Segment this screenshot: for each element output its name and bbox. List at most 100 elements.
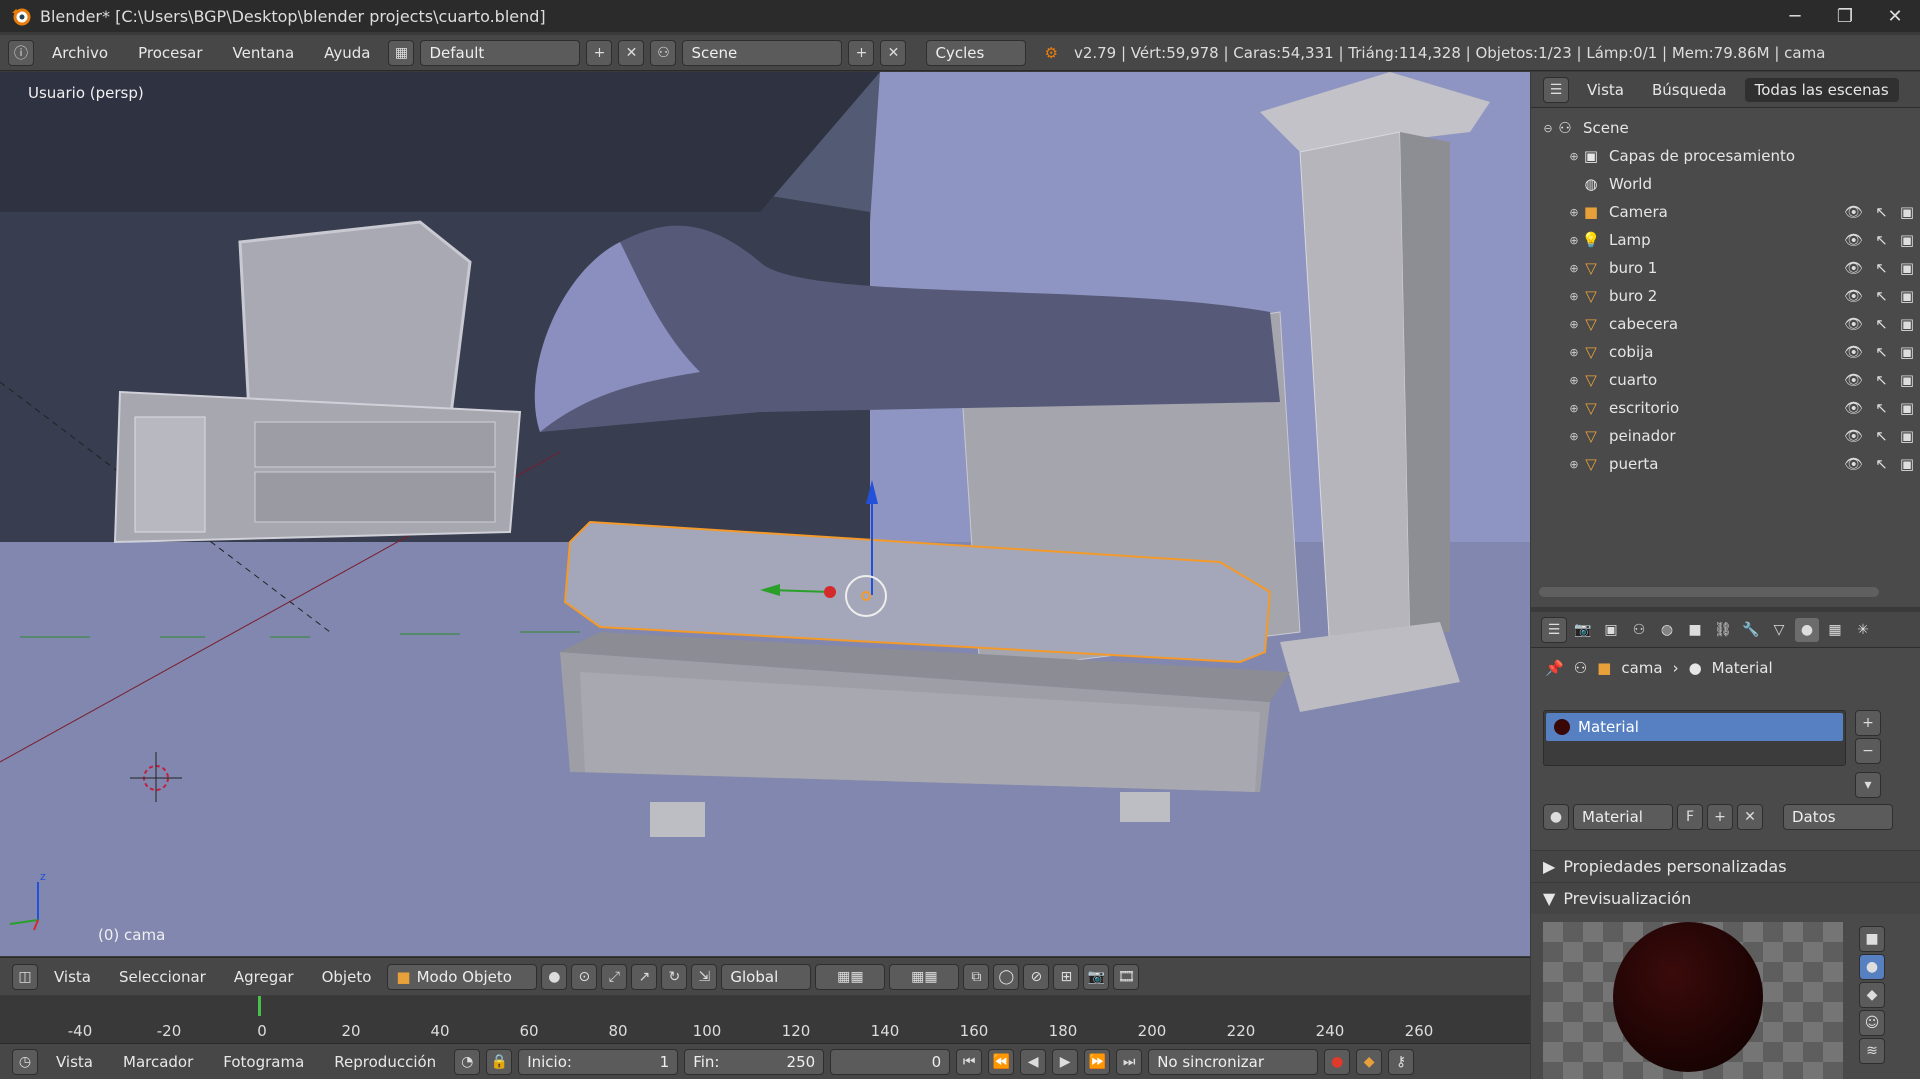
scene-tab-icon[interactable]: ⚇ <box>1627 618 1651 642</box>
start-frame-field[interactable]: Inicio: 1 <box>518 1048 679 1075</box>
outliner-item-render-layers[interactable]: ⊕ ▣ Capas de procesamiento <box>1531 142 1920 170</box>
render-icon[interactable]: ▣ <box>1900 315 1914 333</box>
menu-ventana[interactable]: Ventana <box>221 44 307 62</box>
current-frame-field[interactable]: 0 <box>830 1048 951 1075</box>
panel-custom-properties[interactable]: ▶ Propiedades personalizadas <box>1531 850 1920 882</box>
cursor-icon[interactable]: ↖ <box>1875 371 1888 389</box>
layout-add-icon[interactable]: + <box>586 39 613 66</box>
outliner-item-cobija[interactable]: ⊕ ▽ cobija 👁 ↖ ▣ <box>1531 338 1920 366</box>
texture-tab-icon[interactable]: ▦ <box>1823 618 1847 642</box>
scene-add-icon[interactable]: + <box>848 39 875 66</box>
material-slot[interactable]: Material <box>1546 713 1843 741</box>
eye-icon[interactable]: 👁 <box>1844 399 1863 417</box>
pin-icon[interactable]: 📌 <box>1545 659 1564 677</box>
record-icon[interactable]: ● <box>1324 1048 1351 1075</box>
scene-select[interactable]: Scene <box>682 39 843 66</box>
expand-icon[interactable]: ⊕ <box>1567 234 1581 247</box>
3d-editor-type-icon[interactable]: ◫ <box>12 963 38 990</box>
timeline[interactable]: -40 -20 0 20 40 60 80 100 120 140 160 18… <box>0 996 1530 1042</box>
expand-icon[interactable]: ⊕ <box>1567 206 1581 219</box>
outliner-item-buro-1[interactable]: ⊕ ▽ buro 1 👁 ↖ ▣ <box>1531 254 1920 282</box>
layout-remove-icon[interactable]: ✕ <box>618 39 645 66</box>
eye-icon[interactable]: 👁 <box>1844 427 1863 445</box>
snap-icon[interactable]: ⊘ <box>1023 963 1050 990</box>
jump-start-icon[interactable]: ⏮ <box>956 1048 983 1075</box>
cursor-icon[interactable]: ↖ <box>1875 259 1888 277</box>
eye-icon[interactable]: 👁 <box>1844 455 1863 473</box>
outliner-item-camera[interactable]: ⊕ ■ Camera 👁 ↖ ▣ <box>1531 198 1920 226</box>
layers-grid-2-icon[interactable]: ▦▦ <box>889 963 960 990</box>
menu-objeto[interactable]: Objeto <box>310 968 384 986</box>
minimize-button[interactable]: ─ <box>1770 6 1820 27</box>
keyframe-insert-icon[interactable]: ⚷ <box>1388 1048 1415 1075</box>
close-button[interactable]: ✕ <box>1870 6 1920 27</box>
tab-todas-escenas[interactable]: Todas las escenas <box>1744 77 1899 102</box>
prev-keyframe-icon[interactable]: ⏪ <box>988 1048 1015 1075</box>
particles-tab-icon[interactable]: ✳ <box>1851 618 1875 642</box>
eye-icon[interactable]: 👁 <box>1844 231 1863 249</box>
object-tab-icon[interactable]: ■ <box>1683 618 1707 642</box>
sync-select[interactable]: No sincronizar <box>1148 1048 1319 1075</box>
expand-icon[interactable]: ⊕ <box>1567 346 1581 359</box>
eye-icon[interactable]: 👁 <box>1844 343 1863 361</box>
scene-remove-icon[interactable]: ✕ <box>880 39 907 66</box>
material-slot-list[interactable]: Material <box>1543 710 1846 766</box>
expand-icon[interactable]: ⊕ <box>1567 402 1581 415</box>
cursor-icon[interactable]: ↖ <box>1875 427 1888 445</box>
cursor-icon[interactable]: ↖ <box>1875 399 1888 417</box>
outliner-item-puerta[interactable]: ⊕ ▽ puerta 👁 ↖ ▣ <box>1531 450 1920 478</box>
fake-user-button[interactable]: F <box>1677 804 1703 830</box>
tab-vista[interactable]: Vista <box>1577 78 1634 102</box>
snap-element-icon[interactable]: ⊞ <box>1053 963 1080 990</box>
render-tab-icon[interactable]: 📷 <box>1571 618 1595 642</box>
lock-layers-icon[interactable]: ⧉ <box>963 963 990 990</box>
layers-grid-icon[interactable]: ▦▦ <box>815 963 886 990</box>
slot-menu-icon[interactable]: ▾ <box>1855 772 1881 798</box>
editor-type-icon[interactable]: ⓘ <box>8 39 34 66</box>
expand-icon[interactable]: ⊕ <box>1567 430 1581 443</box>
orientation-select[interactable]: Global <box>721 963 812 990</box>
render-icon[interactable]: ▣ <box>1900 203 1914 221</box>
material-unlink-icon[interactable]: ✕ <box>1737 804 1763 830</box>
preview-range-icon[interactable]: ◔ <box>454 1048 481 1075</box>
eye-icon[interactable]: 👁 <box>1844 203 1863 221</box>
3d-viewport[interactable]: z Usuario (persp) (0) cama <box>0 72 1530 956</box>
cursor-icon[interactable]: ↖ <box>1875 455 1888 473</box>
maximize-button[interactable]: ❐ <box>1820 6 1870 27</box>
preview-flat-icon[interactable]: ■ <box>1859 926 1885 952</box>
world-tab-icon[interactable]: ◍ <box>1655 618 1679 642</box>
outliner-item-buro-2[interactable]: ⊕ ▽ buro 2 👁 ↖ ▣ <box>1531 282 1920 310</box>
menu-fotograma[interactable]: Fotograma <box>211 1053 316 1071</box>
jump-end-icon[interactable]: ⏭ <box>1116 1048 1143 1075</box>
layout-select[interactable]: Default <box>420 39 581 66</box>
constraints-tab-icon[interactable]: ⛓ <box>1711 618 1735 642</box>
manipulator-toggle-icon[interactable]: ⤢ <box>601 963 628 990</box>
render-icon[interactable]: ▣ <box>1900 287 1914 305</box>
outliner-item-escritorio[interactable]: ⊕ ▽ escritorio 👁 ↖ ▣ <box>1531 394 1920 422</box>
outliner-scene-row[interactable]: ⊖ ⚇ Scene <box>1531 114 1920 142</box>
outliner-item-cabecera[interactable]: ⊕ ▽ cabecera 👁 ↖ ▣ <box>1531 310 1920 338</box>
menu-ayuda[interactable]: Ayuda <box>312 44 382 62</box>
lock-icon[interactable]: 🔒 <box>486 1048 513 1075</box>
menu-seleccionar[interactable]: Seleccionar <box>107 968 218 986</box>
render-icon[interactable]: ▣ <box>1900 455 1914 473</box>
menu-marcador[interactable]: Marcador <box>111 1053 205 1071</box>
outliner-item-lamp[interactable]: ⊕ 💡 Lamp 👁 ↖ ▣ <box>1531 226 1920 254</box>
rotate-icon[interactable]: ↻ <box>661 963 688 990</box>
layout-grid-icon[interactable]: ▦ <box>388 39 415 66</box>
render-icon[interactable]: ▣ <box>1900 371 1914 389</box>
panel-preview[interactable]: ▼ Previsualización <box>1531 882 1920 914</box>
material-tab-icon[interactable]: ● <box>1795 617 1819 642</box>
preview-monkey-icon[interactable]: ☺ <box>1859 1010 1885 1036</box>
render-icon[interactable]: ▣ <box>1900 399 1914 417</box>
material-name-field[interactable]: Material <box>1573 804 1673 830</box>
data-tab-icon[interactable]: ▽ <box>1767 618 1791 642</box>
menu-archivo[interactable]: Archivo <box>40 44 120 62</box>
render-opengl-icon[interactable]: 📷 <box>1083 963 1110 990</box>
eye-icon[interactable]: 👁 <box>1844 371 1863 389</box>
render-icon[interactable]: ▣ <box>1900 427 1914 445</box>
end-frame-field[interactable]: Fin: 250 <box>684 1048 825 1075</box>
scale-icon[interactable]: ⇲ <box>691 963 718 990</box>
preview-hair-icon[interactable]: ≋ <box>1859 1038 1885 1064</box>
modifiers-tab-icon[interactable]: 🔧 <box>1739 618 1763 642</box>
